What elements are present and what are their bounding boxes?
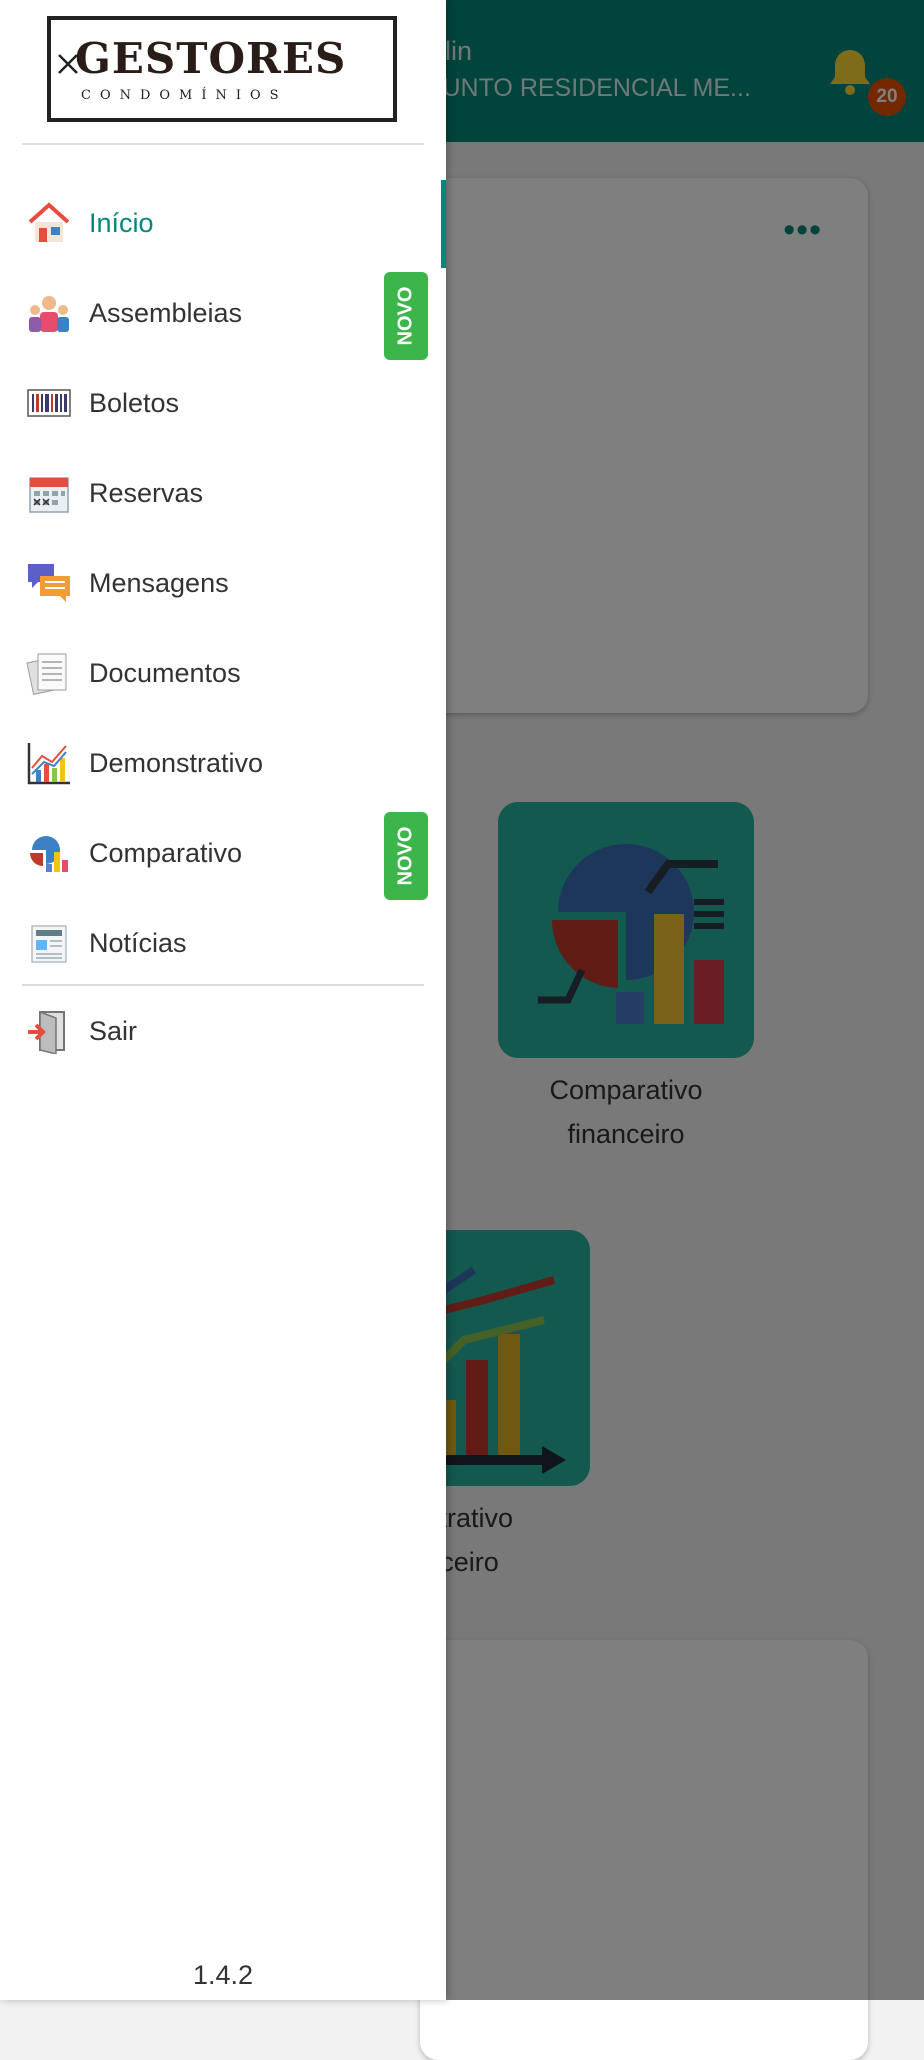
drawer-item-label: Assembleias [89, 298, 243, 328]
drawer-item-noticias[interactable]: Notícias [0, 900, 446, 988]
drawer-item-inicio[interactable]: Início [0, 180, 446, 268]
navigation-drawer: GESTORES CONDOMÍNIOS Início Assembleias … [0, 0, 446, 2000]
drawer-item-label: Reservas [89, 478, 204, 508]
calendar-icon [29, 477, 69, 513]
drawer-divider [22, 143, 424, 145]
drawer-item-label: Notícias [89, 928, 187, 958]
drawer-item-sair[interactable]: Sair [0, 988, 446, 1076]
new-badge: NOVO [384, 812, 428, 900]
line-chart-icon [27, 743, 70, 785]
drawer-item-documentos[interactable]: Documentos [0, 630, 446, 718]
active-indicator [441, 180, 446, 268]
logout-door-icon [28, 1010, 65, 1054]
people-icon [29, 296, 69, 332]
drawer-item-boletos[interactable]: Boletos [0, 360, 446, 448]
logo-subtitle: CONDOMÍNIOS [81, 88, 288, 103]
drawer-divider [22, 984, 424, 986]
new-badge: NOVO [384, 272, 428, 360]
drawer-item-label: Comparativo [89, 838, 243, 868]
documents-icon [26, 653, 67, 695]
drawer-item-assembleias[interactable]: Assembleias NOVO [0, 270, 446, 360]
newspaper-icon [31, 925, 67, 963]
house-icon [28, 202, 70, 242]
barcode-icon [27, 389, 71, 417]
gestores-logo: GESTORES CONDOMÍNIOS [47, 16, 397, 122]
app-version: 1.4.2 [192, 1960, 254, 1990]
drawer-item-label: Documentos [89, 658, 241, 688]
chat-icon [28, 564, 70, 602]
logo-title: GESTORES [75, 34, 347, 83]
drawer-item-comparativo[interactable]: Comparativo NOVO [0, 810, 446, 900]
drawer-item-label: Mensagens [89, 568, 229, 598]
drawer-item-label: Demonstrativo [89, 748, 264, 778]
drawer-item-mensagens[interactable]: Mensagens [0, 540, 446, 628]
pie-bar-chart-icon [30, 836, 68, 872]
close-icon[interactable] [56, 52, 80, 76]
drawer-item-label: Sair [89, 1016, 138, 1046]
drawer-item-label: Início [89, 208, 154, 238]
drawer-item-label: Boletos [89, 388, 180, 418]
drawer-item-demonstrativo[interactable]: Demonstrativo [0, 720, 446, 808]
drawer-item-reservas[interactable]: Reservas [0, 450, 446, 538]
